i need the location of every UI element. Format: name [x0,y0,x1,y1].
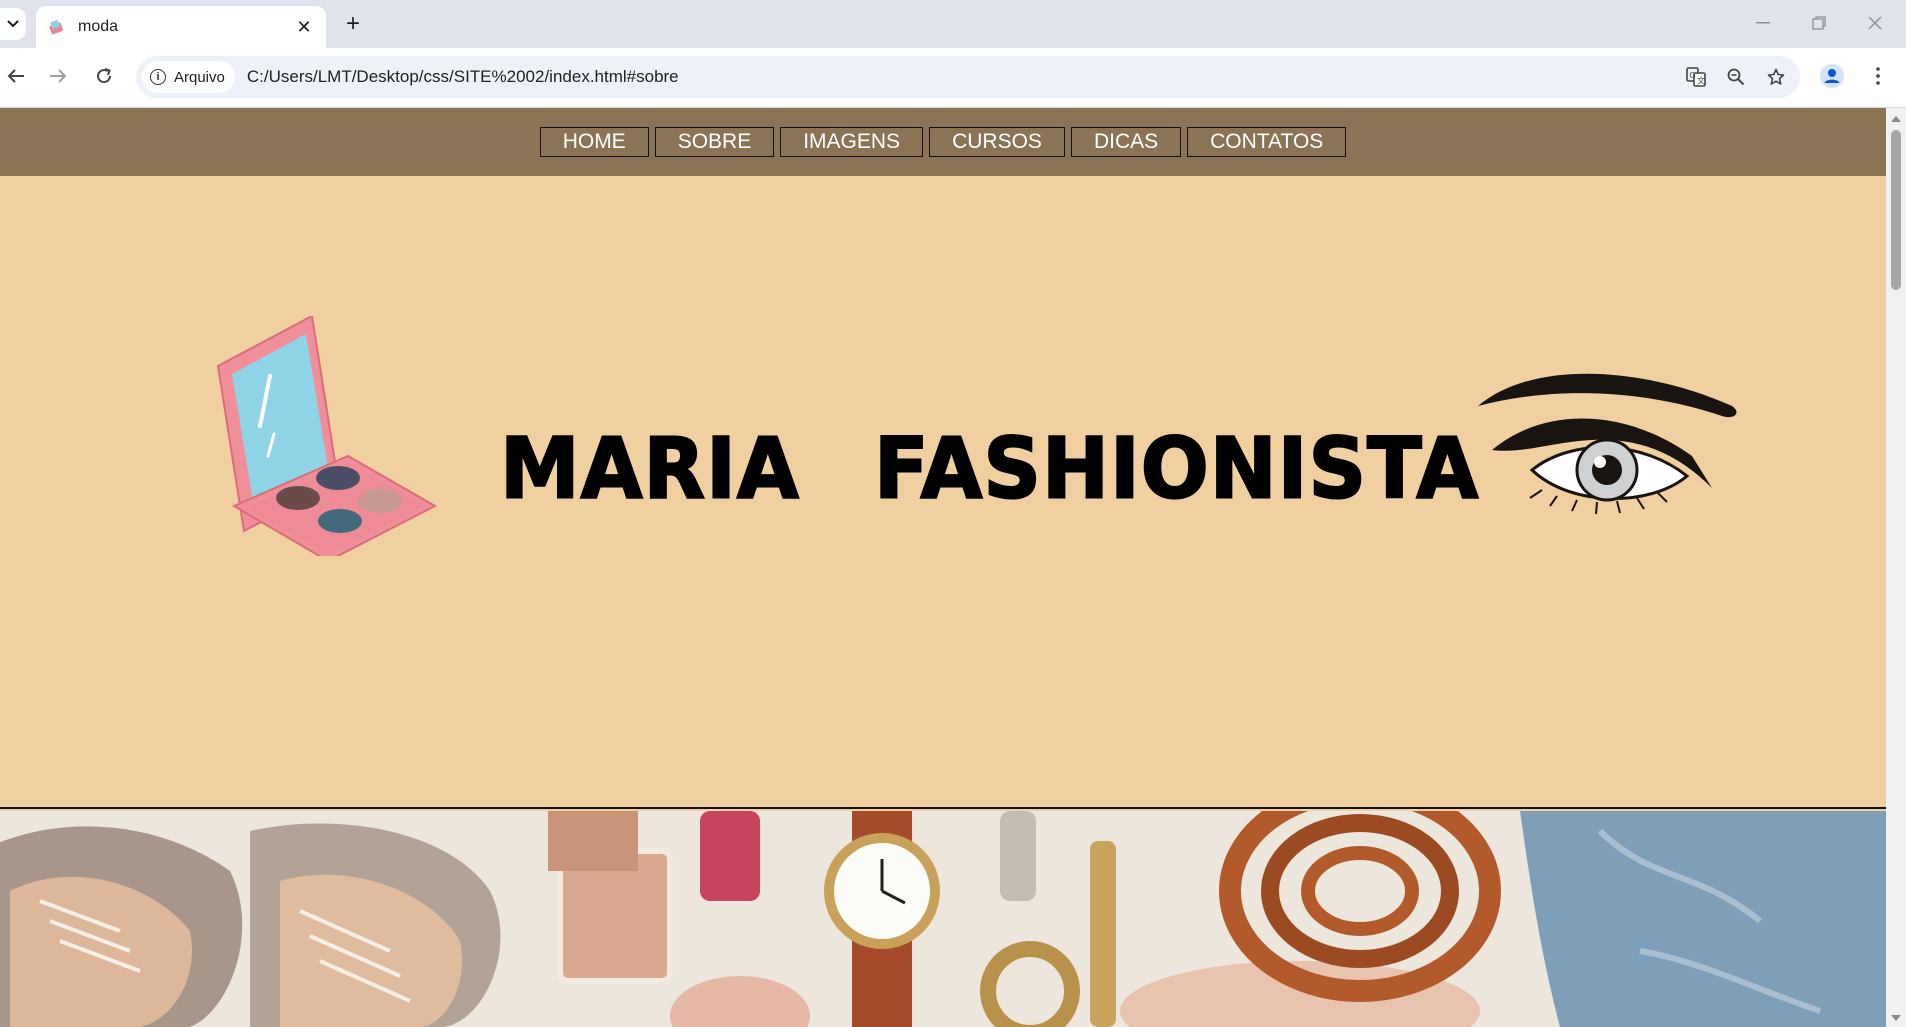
close-icon[interactable]: ✕ [294,17,314,37]
back-icon[interactable] [0,60,32,92]
hero-banner: MARIA FASHIONISTA [0,176,1886,809]
accessories-banner-image [0,811,1886,1027]
new-tab-icon[interactable]: + [340,10,366,37]
bookmark-star-icon[interactable] [1760,56,1792,98]
active-tab[interactable]: moda ✕ [36,6,326,48]
restore-icon[interactable] [1796,8,1842,38]
tab-search-button[interactable] [0,8,26,40]
site-navbar: HOME SOBRE IMAGENS CURSOS DICAS CONTATOS [0,108,1886,176]
forward-icon[interactable] [42,60,74,92]
chevron-down-icon [7,20,19,28]
svg-text:G: G [1690,71,1696,80]
tab-title: moda [78,18,119,35]
brand-second-word: FASHIONISTA [873,419,1480,519]
security-chip-label: Arquivo [174,68,225,86]
brand-first-word: MARIA [499,419,800,519]
menu-icon[interactable] [1862,60,1894,92]
profile-icon[interactable] [1816,60,1848,92]
nav-link-home[interactable]: HOME [539,127,649,157]
address-bar[interactable]: i Arquivo C:/Users/LMT/Desktop/css/SITE%… [136,56,1800,98]
nav-link-dicas[interactable]: DICAS [1070,127,1182,157]
page-scrollbar[interactable] [1886,108,1906,1027]
browser-toolbar: i Arquivo C:/Users/LMT/Desktop/css/SITE%… [0,48,1906,108]
page-viewport: HOME SOBRE IMAGENS CURSOS DICAS CONTATOS… [0,108,1886,1027]
eyeshadow-palette-icon [216,316,438,556]
scroll-thumb[interactable] [1891,130,1901,290]
translate-icon[interactable]: G文 [1680,56,1712,98]
info-icon: i [150,69,166,85]
favicon-icon [49,19,64,35]
window-close-icon[interactable] [1852,8,1898,38]
nav-link-contatos[interactable]: CONTATOS [1187,127,1347,157]
nav-link-sobre[interactable]: SOBRE [654,127,775,157]
zoom-icon[interactable] [1720,56,1752,98]
site-info-chip[interactable]: i Arquivo [142,61,235,93]
eye-icon [1478,373,1737,515]
url-text[interactable]: C:/Users/LMT/Desktop/css/SITE%2002/index… [247,67,679,87]
reload-icon[interactable] [88,60,120,92]
nav-link-imagens[interactable]: IMAGENS [780,127,924,157]
svg-text:文: 文 [1697,76,1705,86]
tab-strip: moda ✕ + [0,0,1906,48]
minimize-icon[interactable] [1740,8,1786,38]
scroll-up-arrow-icon[interactable] [1891,116,1901,122]
nav-link-cursos[interactable]: CURSOS [929,127,1065,157]
accessories-illustration [0,811,1886,1027]
scroll-down-arrow-icon[interactable] [1891,1015,1901,1021]
